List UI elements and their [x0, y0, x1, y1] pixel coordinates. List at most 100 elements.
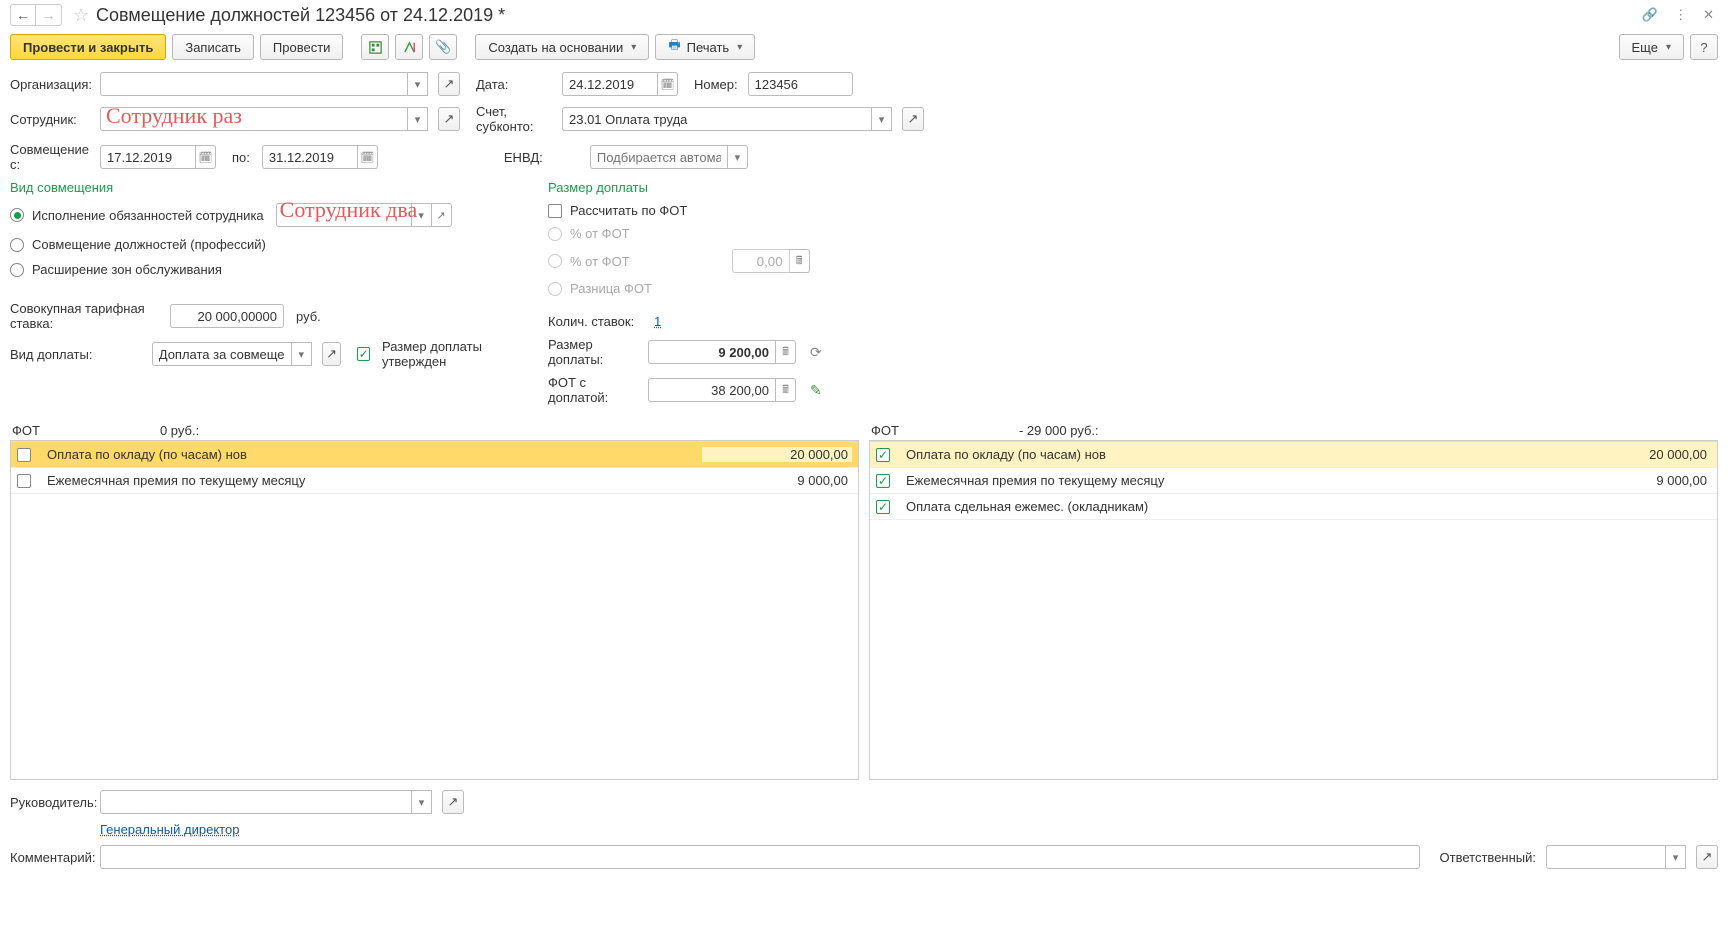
radio-positions-label: Совмещение должностей (профессий)	[32, 237, 266, 252]
comment-input[interactable]	[100, 845, 1420, 869]
table-row[interactable]: Оплата сдельная ежемес. (окладникам)	[870, 494, 1717, 520]
fot-with-calc-icon[interactable]: 🖩	[776, 378, 796, 402]
employee-open-icon[interactable]: ↗	[438, 107, 460, 131]
number-input[interactable]	[748, 72, 853, 96]
date-input[interactable]	[562, 72, 658, 96]
employee-input[interactable]	[100, 107, 408, 131]
row-value: 9 000,00	[1561, 473, 1711, 488]
fot-left-table[interactable]: Оплата по окладу (по часам) нов20 000,00…	[10, 440, 859, 780]
kebab-menu-icon[interactable]: ⋮	[1670, 5, 1691, 25]
org-dropdown-icon[interactable]: ▾	[408, 72, 428, 96]
row-checkbox[interactable]	[17, 448, 31, 462]
attach-icon[interactable]: 📎	[429, 34, 457, 60]
table-row[interactable]: Оплата по окладу (по часам) нов20 000,00	[11, 442, 858, 468]
dopl-approved-label: Размер доплаты утвержден	[382, 339, 530, 369]
date-calendar-icon[interactable]: 🗓	[658, 72, 678, 96]
row-checkbox[interactable]	[17, 474, 31, 488]
dk-icon[interactable]	[395, 34, 423, 60]
deputy-employee-input[interactable]	[276, 203, 412, 227]
radio-zones[interactable]	[10, 263, 24, 277]
nav-back-button[interactable]: ←	[10, 4, 36, 26]
fot-with-input[interactable]	[648, 378, 776, 402]
dopl-kind-input[interactable]	[152, 342, 292, 366]
manager-dropdown-icon[interactable]: ▾	[412, 790, 432, 814]
date-to-calendar-icon[interactable]: 🗓	[358, 145, 378, 169]
org-open-icon[interactable]: ↗	[438, 72, 460, 96]
dopl-refresh-icon[interactable]: ⟳	[810, 344, 822, 361]
org-input[interactable]	[100, 72, 408, 96]
radio-positions[interactable]	[10, 238, 24, 252]
dopl-size-calc-icon[interactable]: 🖩	[776, 340, 796, 364]
dopl-kind-open-icon[interactable]: ↗	[322, 342, 342, 366]
help-button[interactable]: ?	[1690, 34, 1718, 60]
account-input[interactable]	[562, 107, 872, 131]
radio-pct-fot-2-label: % от ФОТ	[570, 254, 630, 269]
radio-pct-fot-1	[548, 227, 562, 241]
calc-by-fot-label: Рассчитать по ФОТ	[570, 203, 687, 218]
close-window-icon[interactable]: ✕	[1699, 5, 1718, 25]
row-checkbox[interactable]	[876, 500, 890, 514]
table-row[interactable]: Ежемесячная премия по текущему месяцу9 0…	[870, 468, 1717, 494]
responsible-input[interactable]	[1546, 845, 1666, 869]
row-value: 20 000,00	[1561, 447, 1711, 462]
account-dropdown-icon[interactable]: ▾	[872, 107, 892, 131]
dopl-size-label: Размер доплаты:	[548, 337, 642, 367]
dopl-approved-check[interactable]	[357, 347, 370, 361]
kind-section-title: Вид совмещения	[10, 180, 530, 195]
nav-forward-button[interactable]: →	[36, 4, 62, 26]
link-icon[interactable]: 🔗	[1638, 5, 1662, 25]
window-title: Совмещение должностей 123456 от 24.12.20…	[96, 5, 1638, 26]
count-value[interactable]: 1	[654, 314, 661, 329]
rate-input[interactable]	[170, 304, 284, 328]
radio-duty-exec-label: Исполнение обязанностей сотрудника	[32, 208, 264, 223]
dopl-kind-label: Вид доплаты:	[10, 347, 146, 362]
responsible-open-icon[interactable]: ↗	[1696, 845, 1718, 869]
deputy-dropdown-icon[interactable]: ▾	[412, 203, 432, 227]
create-based-on-menu[interactable]: Создать на основании	[475, 34, 649, 60]
rate-label: Совокупная тарифная ставка:	[10, 301, 164, 331]
fot-left-label: ФОТ	[12, 423, 40, 438]
row-name: Ежемесячная премия по текущему месяцу	[47, 473, 305, 488]
table-row[interactable]: Ежемесячная премия по текущему месяцу9 0…	[11, 468, 858, 494]
date-from-input[interactable]	[100, 145, 196, 169]
favorite-star-icon[interactable]: ☆	[70, 4, 92, 26]
save-button[interactable]: Записать	[172, 34, 254, 60]
account-open-icon[interactable]: ↗	[902, 107, 924, 131]
date-from-calendar-icon[interactable]: 🗓	[196, 145, 216, 169]
date-to-input[interactable]	[262, 145, 358, 169]
more-menu[interactable]: Еще	[1619, 34, 1684, 60]
combine-from-label: Совмещение с:	[10, 142, 94, 172]
manager-input[interactable]	[100, 790, 412, 814]
radio-diff-fot	[548, 282, 562, 296]
print-menu[interactable]: 🖶 Печать	[655, 34, 755, 60]
manager-position-link[interactable]: Генеральный директор	[100, 822, 239, 837]
post-button[interactable]: Провести	[260, 34, 344, 60]
row-checkbox[interactable]	[876, 448, 890, 462]
fot-with-edit-icon[interactable]: ✎	[810, 382, 822, 399]
row-checkbox[interactable]	[876, 474, 890, 488]
pay-section-title: Размер доплаты	[548, 180, 1718, 195]
deputy-open-icon[interactable]: ↗	[432, 203, 452, 227]
manager-open-icon[interactable]: ↗	[442, 790, 464, 814]
dopl-kind-dropdown-icon[interactable]: ▾	[292, 342, 312, 366]
fot-with-label: ФОТ с доплатой:	[548, 375, 642, 405]
calc-by-fot-check[interactable]	[548, 204, 562, 218]
table-row[interactable]: Оплата по окладу (по часам) нов 20 000,00	[870, 442, 1717, 468]
row-value: 20 000,00	[702, 447, 852, 462]
post-and-close-button[interactable]: Провести и закрыть	[10, 34, 166, 60]
printer-icon: 🖶	[668, 36, 680, 58]
envd-dropdown-icon[interactable]: ▾	[728, 145, 748, 169]
rate-suffix: руб.	[296, 309, 321, 324]
org-label: Организация:	[10, 77, 94, 92]
radio-duty-exec[interactable]	[10, 208, 24, 222]
dopl-size-input[interactable]	[648, 340, 776, 364]
responsible-dropdown-icon[interactable]: ▾	[1666, 845, 1686, 869]
posting-result-icon[interactable]	[361, 34, 389, 60]
fot-right-table[interactable]: Оплата по окладу (по часам) нов 20 000,00…	[869, 440, 1718, 780]
employee-label: Сотрудник:	[10, 112, 94, 127]
row-name: Оплата по окладу (по часам) нов	[906, 447, 1106, 462]
radio-zones-label: Расширение зон обслуживания	[32, 262, 222, 277]
create-based-label: Создать на основании	[488, 40, 623, 55]
row-name: Оплата сдельная ежемес. (окладникам)	[906, 499, 1148, 514]
employee-dropdown-icon[interactable]: ▾	[408, 107, 428, 131]
